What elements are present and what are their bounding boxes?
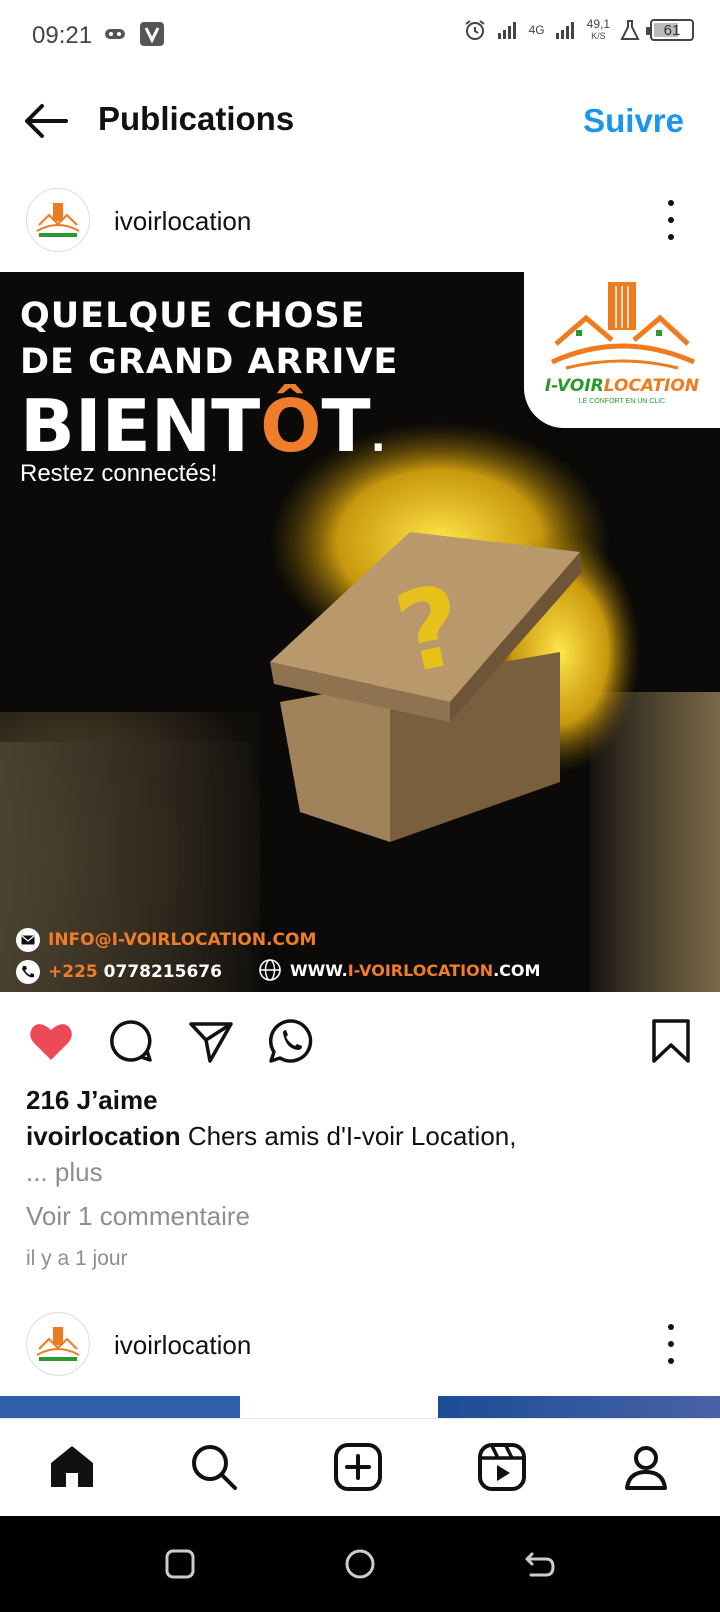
whatsapp-icon [268,1019,313,1063]
nav-home-button[interactable] [46,1441,98,1493]
post-actions [0,1010,720,1070]
whatsapp-share-button[interactable] [266,1016,316,1066]
image-headline-3: BIENTÔT. [20,384,386,468]
more-vertical-icon [668,1324,674,1330]
system-navigation-bar [0,1516,720,1612]
gamepad-icon [105,29,125,39]
avatar[interactable] [26,188,90,252]
brand-logo-icon [550,282,696,370]
mystery-box-illustration: ? [270,422,640,842]
brand-tagline: LE CONFORT EN UN CLIC [578,398,666,405]
app-header: Publications Suivre [0,76,720,166]
network-type: 4G [528,23,545,37]
post-more-button[interactable] [666,200,676,240]
globe-icon [259,959,281,981]
brand-logo-name: I-VOIRLOCATION [544,376,700,396]
nav-search-button[interactable] [188,1441,240,1493]
share-button[interactable] [186,1016,236,1066]
nav-profile-button[interactable] [620,1441,672,1493]
search-icon [192,1445,237,1490]
comment-icon [110,1020,152,1062]
next-post-header: ivoirlocation [0,1300,720,1386]
signal-icon [497,22,516,39]
home-icon [51,1446,93,1487]
more-vertical-icon [668,200,674,206]
status-right-icons: 4G 49,1 K/S 61 [463,18,694,42]
system-home-button[interactable] [342,1546,378,1582]
brand-logo-icon [36,1327,80,1361]
system-recents-button[interactable] [162,1546,198,1582]
v-app-icon [140,22,164,46]
bottom-navigation [0,1418,720,1516]
status-bar: 09:21 4G 49,1 K/S 61 [0,0,720,72]
flask-icon [620,20,640,40]
page-title: Publications [98,100,295,137]
image-phone: +225 0778215676 [16,960,222,984]
follow-button[interactable]: Suivre [583,102,684,140]
post-username[interactable]: ivoirlocation [114,206,251,237]
home-circle-icon [345,1549,375,1579]
image-website: WWW.I-VOIRLOCATION.COM [258,958,540,982]
image-subtitle: Restez connectés! [20,460,218,487]
bookmark-icon [652,1019,690,1063]
heart-filled-icon [30,1024,72,1060]
reels-icon [478,1443,526,1491]
post-more-button[interactable] [666,1324,676,1364]
plus-square-icon [334,1443,382,1491]
image-email: INFO@I-VOIRLOCATION.COM [16,928,316,952]
nav-create-button[interactable] [332,1441,384,1493]
comment-button[interactable] [106,1016,156,1066]
likes-count[interactable]: 216 J’aime [26,1085,158,1116]
like-button[interactable] [26,1016,76,1066]
battery-indicator: 61 [646,19,694,41]
image-headline-1: QUELQUE CHOSE [20,296,366,336]
phone-icon [16,960,40,984]
back-button[interactable] [22,96,72,146]
nav-reels-button[interactable] [476,1441,528,1493]
status-left-icons [104,22,164,46]
send-icon [189,1022,233,1063]
save-button[interactable] [646,1016,696,1066]
alarm-icon [465,20,485,40]
brand-logo-card: I-VOIRLOCATION LE CONFORT EN UN CLIC [524,272,720,428]
next-post-image-peek[interactable] [0,1396,720,1418]
post-timestamp: il y a 1 jour [26,1247,128,1270]
brand-logo-icon [36,203,80,237]
image-headline-2: DE GRAND ARRIVE [20,342,399,382]
post-header: ivoirlocation [0,176,720,262]
view-comments-link[interactable]: Voir 1 commentaire [26,1201,250,1232]
profile-icon [625,1446,667,1490]
caption-more-link[interactable]: ... plus [26,1157,103,1188]
recents-icon [165,1549,195,1579]
post-username[interactable]: ivoirlocation [114,1330,251,1361]
back-arrow-icon [525,1552,555,1577]
post-caption: ivoirlocation Chers amis d'I-voir Locati… [26,1121,517,1151]
arrow-left-icon [25,104,68,138]
signal-4g-icon [555,22,574,39]
mail-icon [16,928,40,952]
avatar[interactable] [26,1312,90,1376]
system-back-button[interactable] [522,1546,558,1582]
status-time: 09:21 [32,22,93,49]
network-speed: 49,1 K/S [586,17,610,41]
